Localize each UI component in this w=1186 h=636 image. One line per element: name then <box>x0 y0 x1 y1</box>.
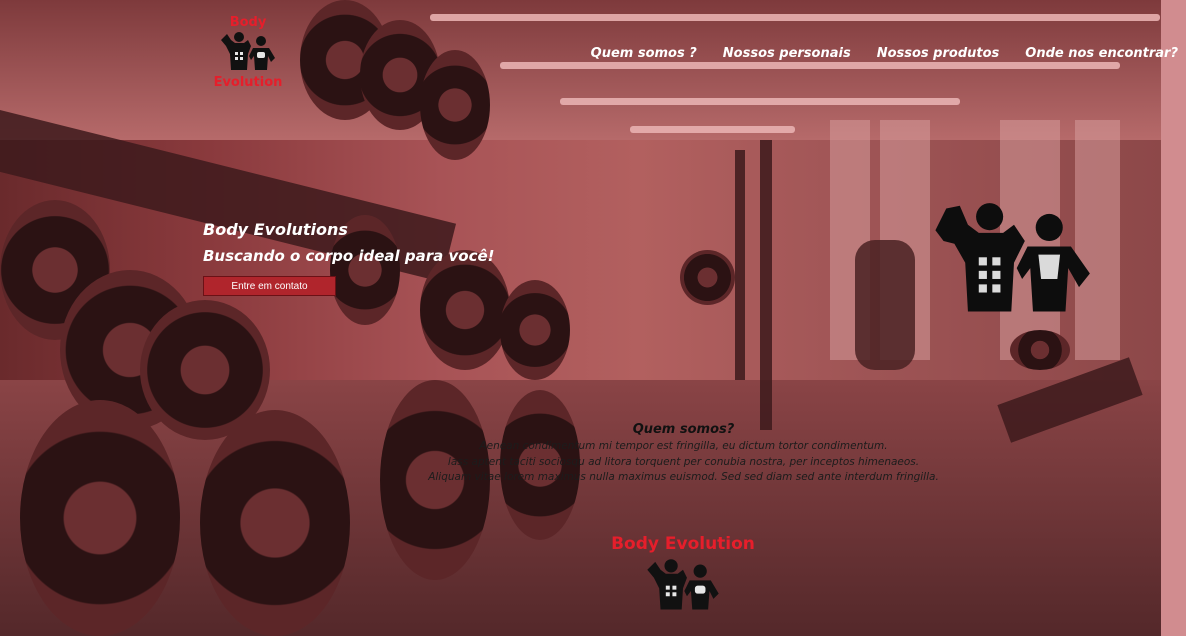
bodybuilder-couple-icon <box>647 559 719 610</box>
hero-logo-graphic <box>930 195 1098 329</box>
nav-item-quem-somos[interactable]: Quem somos ? <box>591 46 697 61</box>
logo-text-line1: Body <box>229 15 267 30</box>
hero-title: Body Evolutions <box>203 220 348 239</box>
header-logo[interactable]: Body Evolution <box>210 16 286 92</box>
about-text: Aenean condimentum mi tempor est fringil… <box>400 439 967 486</box>
nav-item-onde-nos-encontrar[interactable]: Onde nos encontrar? <box>1025 46 1178 61</box>
about-line: lass aptent taciti sociosqu ad litora to… <box>447 455 920 468</box>
right-edge-strip <box>1161 0 1186 636</box>
main-nav: Quem somos ? Nossos personais Nossos pro… <box>591 46 1178 61</box>
logo-text-line2: Evolution <box>213 75 283 90</box>
bodybuilder-couple-icon <box>221 32 275 70</box>
about-section: Quem somos? Aenean condimentum mi tempor… <box>400 422 967 486</box>
contact-button[interactable]: Entre em contato <box>203 276 336 296</box>
hero-section: Body Evolutions Buscando o corpo ideal p… <box>203 219 495 296</box>
nav-item-nossos-produtos[interactable]: Nossos produtos <box>877 46 1000 61</box>
about-line: Aenean condimentum mi tempor est fringil… <box>479 440 888 452</box>
bodybuilder-couple-icon <box>935 203 1090 312</box>
nav-item-nossos-personais[interactable]: Nossos personais <box>723 46 851 61</box>
about-heading: Quem somos? <box>632 422 735 437</box>
hero-subtitle: Buscando o corpo ideal para você! <box>203 247 495 265</box>
about-line: Aliquam vitae lorem maximus nulla maximu… <box>428 471 939 483</box>
footer-brand-name: Body Evolution <box>611 534 755 554</box>
footer-logo[interactable]: Body Evolution <box>594 534 772 618</box>
